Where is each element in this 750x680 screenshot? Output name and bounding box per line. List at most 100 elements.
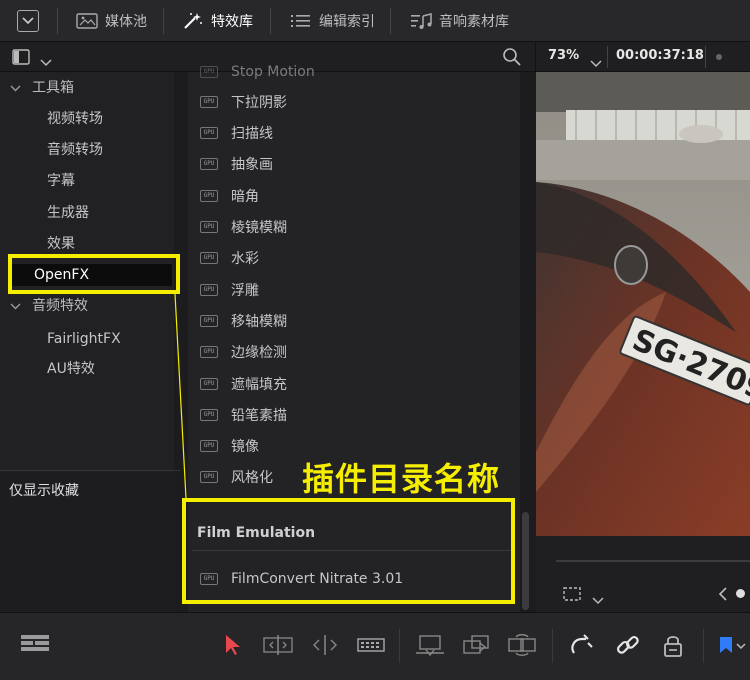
- replace-icon[interactable]: [506, 633, 536, 659]
- tree-label: 音频转场: [47, 142, 103, 158]
- effects-wand-icon: [182, 12, 204, 30]
- panel-layout-icon[interactable]: [12, 49, 30, 69]
- effect-label: 棱镜模糊: [231, 220, 287, 236]
- gpu-icon: GPU: [200, 409, 218, 421]
- zoom-level[interactable]: 73%: [548, 48, 579, 63]
- list-item[interactable]: GPU 铅笔素描: [200, 403, 287, 427]
- select-arrow-icon[interactable]: [222, 633, 250, 659]
- subbar-divider: [705, 46, 706, 68]
- annotation-label: 插件目录名称: [302, 460, 501, 498]
- list-scrollbar[interactable]: [522, 512, 529, 610]
- effects-library-label: 特效库: [211, 14, 253, 30]
- tree-item-fairlightfx[interactable]: FairlightFX: [47, 328, 121, 350]
- timecode[interactable]: 00:00:37:18: [616, 48, 704, 63]
- preview-frame-image: SG·270997: [536, 72, 750, 536]
- search-icon[interactable]: [502, 47, 522, 71]
- edit-index-label: 编辑索引: [319, 14, 375, 30]
- scrub-bar[interactable]: [556, 560, 750, 562]
- effect-label: 浮雕: [231, 283, 259, 299]
- highlight-box-openfx: [8, 254, 180, 294]
- gpu-icon: GPU: [200, 284, 218, 296]
- list-item[interactable]: GPU 镜像: [200, 434, 259, 458]
- toolbar-divider: [703, 629, 704, 663]
- trim-icon[interactable]: [262, 633, 293, 659]
- list-item[interactable]: GPU 边缘检测: [200, 340, 287, 364]
- tree-group-toolbox[interactable]: 工具箱: [10, 77, 74, 99]
- highlight-box-film-emulation: [182, 498, 515, 604]
- gpu-icon: GPU: [200, 158, 218, 170]
- chevron-down-icon[interactable]: [592, 590, 604, 609]
- edit-index-button[interactable]: 编辑索引: [290, 8, 375, 34]
- tree-label: AU特效: [47, 361, 95, 377]
- viewer-divider: [535, 42, 536, 72]
- gpu-icon: GPU: [200, 190, 218, 202]
- media-pool-label: 媒体池: [105, 14, 147, 30]
- media-pool-icon: [76, 12, 98, 30]
- tree-group-audio-fx[interactable]: 音频特效: [10, 295, 88, 317]
- gpu-icon: GPU: [200, 315, 218, 327]
- list-item[interactable]: GPU Stop Motion: [200, 60, 315, 84]
- effect-label: 下拉阴影: [231, 95, 287, 111]
- transform-icon[interactable]: [562, 586, 582, 606]
- list-item[interactable]: GPU 水彩: [200, 246, 259, 270]
- list-item[interactable]: GPU 扫描线: [200, 121, 273, 145]
- zoom-chevron-icon[interactable]: [590, 53, 602, 72]
- tree-label: 生成器: [47, 205, 89, 221]
- options-dot-icon[interactable]: [716, 54, 722, 60]
- effect-label: 扫描线: [231, 126, 273, 142]
- panel-header-bar: 73% 00:00:37:18: [0, 42, 750, 72]
- toolbar-divider: [57, 8, 58, 34]
- dropdown-square-icon[interactable]: [17, 10, 39, 32]
- effects-library-button[interactable]: 特效库: [182, 8, 253, 34]
- gpu-icon: GPU: [200, 440, 218, 452]
- top-toolbar: 媒体池 特效库 编辑索引 音响素材库: [0, 0, 750, 42]
- tree-item-titles[interactable]: 字幕: [47, 170, 75, 192]
- list-item[interactable]: GPU 遮幅填充: [200, 372, 287, 396]
- tree-item-generators[interactable]: 生成器: [47, 202, 89, 224]
- gpu-icon: GPU: [200, 66, 218, 78]
- insert-icon[interactable]: [414, 633, 444, 659]
- effect-label: 铅笔素描: [231, 408, 287, 424]
- blade-icon[interactable]: [356, 633, 385, 659]
- edit-toolbar: [0, 612, 750, 680]
- link-icon[interactable]: [614, 633, 642, 659]
- chevron-down-icon: [10, 78, 24, 100]
- lock-icon[interactable]: [660, 633, 688, 659]
- effect-label: 遮幅填充: [231, 377, 287, 393]
- list-item[interactable]: GPU 暗角: [200, 184, 259, 208]
- tree-label: 音频特效: [32, 298, 88, 314]
- playhead-dot-icon[interactable]: [736, 589, 745, 598]
- overwrite-icon[interactable]: [460, 633, 489, 659]
- tree-label: 效果: [47, 236, 75, 252]
- tree-label: 视频转场: [47, 111, 103, 127]
- list-item[interactable]: GPU 棱镜模糊: [200, 215, 287, 239]
- list-item[interactable]: GPU 移轴模糊: [200, 309, 287, 333]
- gpu-icon: GPU: [200, 378, 218, 390]
- effect-label: 边缘检测: [231, 345, 287, 361]
- list-item[interactable]: GPU 下拉阴影: [200, 90, 287, 114]
- previous-frame-icon[interactable]: [718, 586, 728, 605]
- chevron-down-icon[interactable]: [40, 52, 52, 71]
- list-item[interactable]: GPU 抽象画: [200, 152, 273, 176]
- list-icon: [290, 12, 312, 30]
- media-pool-button[interactable]: 媒体池: [76, 8, 147, 34]
- tree-item-video-transitions[interactable]: 视频转场: [47, 108, 103, 130]
- flag-icon[interactable]: [716, 633, 746, 659]
- dynamic-trim-icon[interactable]: [310, 633, 338, 659]
- tree-item-effects[interactable]: 效果: [47, 233, 75, 255]
- toolbar-divider: [399, 629, 400, 663]
- list-item[interactable]: GPU 风格化: [200, 465, 273, 489]
- timeline-layout-icon[interactable]: [20, 633, 49, 659]
- viewer-controls: [536, 536, 750, 612]
- gpu-icon: GPU: [200, 96, 218, 108]
- sound-library-button[interactable]: 音响素材库: [410, 8, 509, 34]
- list-item[interactable]: GPU 浮雕: [200, 278, 259, 302]
- gpu-icon: GPU: [200, 471, 218, 483]
- toolbar-divider: [163, 8, 164, 34]
- snapping-icon[interactable]: [568, 633, 596, 659]
- toolbar-divider: [390, 8, 391, 34]
- favorites-only-toggle[interactable]: 仅显示收藏: [9, 480, 79, 500]
- tree-label: 工具箱: [32, 80, 74, 96]
- tree-item-audio-transitions[interactable]: 音频转场: [47, 139, 103, 161]
- tree-item-au-fx[interactable]: AU特效: [47, 358, 95, 380]
